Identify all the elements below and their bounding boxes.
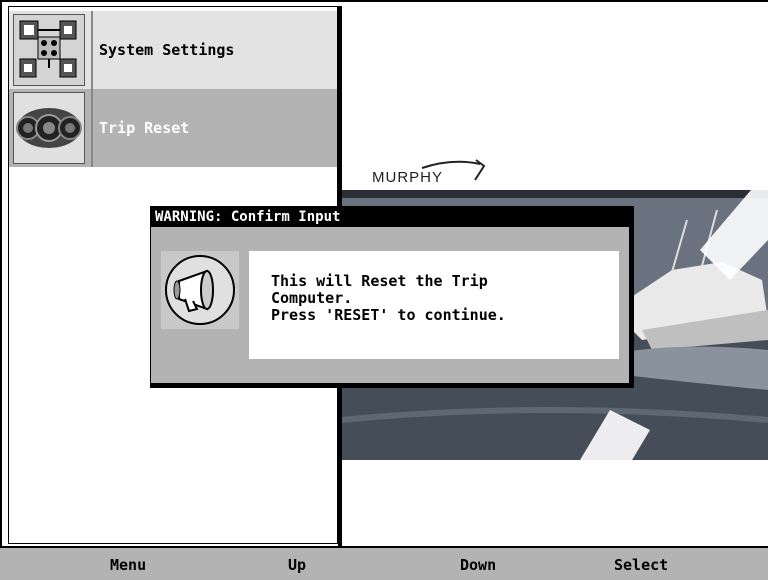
menu-item-label: Trip Reset [99, 119, 190, 137]
menu-button[interactable]: Menu [110, 556, 146, 574]
menu-item-label: System Settings [99, 41, 235, 59]
murphy-logo: MURPHY [372, 156, 492, 186]
dialog-message: This will Reset the Trip Computer. Press… [271, 272, 506, 324]
menu-item-divider [91, 89, 93, 167]
menu-item-system-settings[interactable]: System Settings [9, 11, 337, 89]
menu-item-divider [91, 11, 93, 89]
select-button[interactable]: Select [614, 556, 668, 574]
warning-dialog: WARNING: Confirm Input This will Reset t… [150, 206, 630, 384]
dialog-title: WARNING: Confirm Input [151, 207, 629, 227]
menu-item-trip-reset[interactable]: Trip Reset [9, 89, 337, 167]
dialog-body: This will Reset the Trip Computer. Press… [249, 251, 619, 359]
system-settings-icon [13, 14, 85, 86]
photo-band [342, 190, 768, 198]
trip-reset-icon [13, 92, 85, 164]
logo-text: MURPHY [372, 169, 443, 186]
softkey-bar: Menu Up Down Select [0, 546, 768, 580]
up-button[interactable]: Up [288, 556, 306, 574]
down-button[interactable]: Down [460, 556, 496, 574]
megaphone-icon [161, 251, 239, 329]
